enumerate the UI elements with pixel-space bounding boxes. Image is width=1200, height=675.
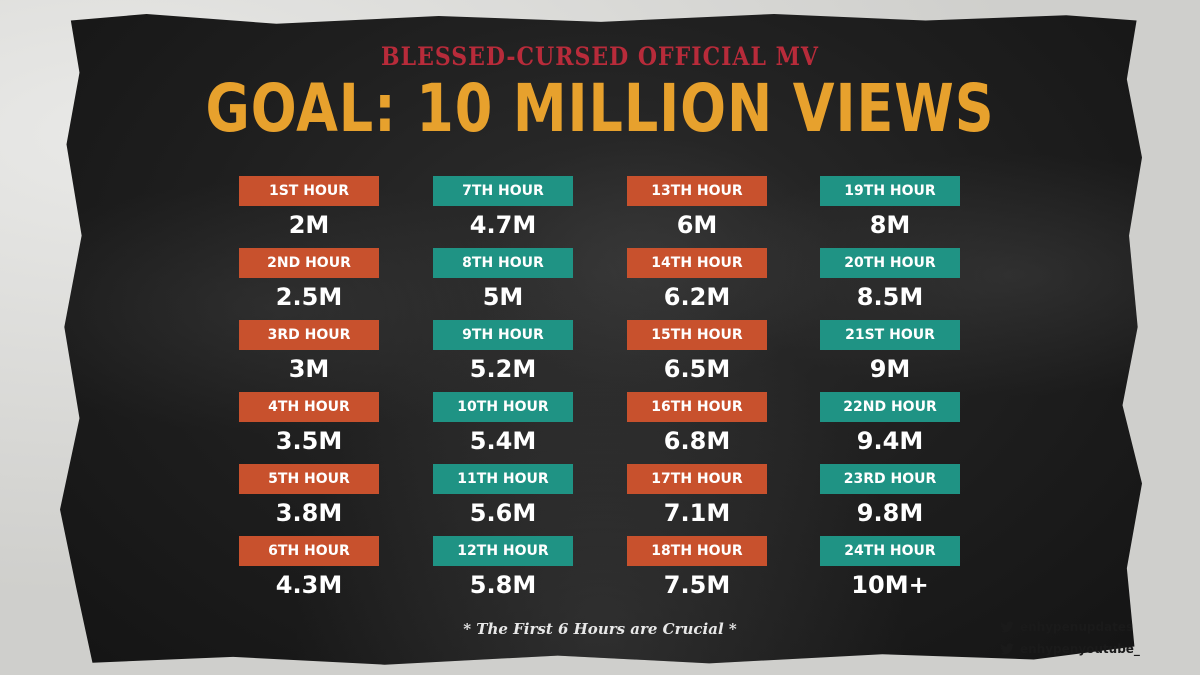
view-target: 5.4M (469, 427, 537, 455)
hour-badge: 16TH HOUR (627, 392, 767, 422)
view-target: 6.5M (663, 355, 731, 383)
hour-badge: 13TH HOUR (627, 176, 767, 206)
view-target: 7.1M (663, 499, 731, 527)
view-target: 6.2M (663, 283, 731, 311)
goal-cell: 15TH HOUR 6.5M (627, 320, 767, 392)
view-target: 5M (482, 283, 524, 311)
hour-badge: 12TH HOUR (433, 536, 573, 566)
hour-badge: 17TH HOUR (627, 464, 767, 494)
view-target: 6.8M (663, 427, 731, 455)
goal-cell: 4TH HOUR 3.5M (239, 392, 379, 464)
hour-badge: 10TH HOUR (433, 392, 573, 422)
goal-cell: 17TH HOUR 7.1M (627, 464, 767, 536)
goal-cell: 18TH HOUR 7.5M (627, 536, 767, 608)
hour-badge: 21ST HOUR (820, 320, 960, 350)
hourly-goals-grid: 1ST HOUR 2M 2ND HOUR 2.5M 3RD HOUR 3M 4T… (0, 176, 1200, 606)
goal-cell: 20TH HOUR 8.5M (820, 248, 960, 320)
goal-cell: 21ST HOUR 9M (820, 320, 960, 392)
goal-cell: 9TH HOUR 5.2M (433, 320, 573, 392)
view-target: 2.5M (275, 283, 343, 311)
twitter-handle: enhypenupdates (1020, 620, 1134, 634)
goal-cell: 24TH HOUR 10M+ (820, 536, 960, 608)
goal-cell: 22ND HOUR 9.4M (820, 392, 960, 464)
goal-cell: 2ND HOUR 2.5M (239, 248, 379, 320)
goal-cell: 10TH HOUR 5.4M (433, 392, 573, 464)
view-target: 3.8M (275, 499, 343, 527)
hour-badge: 24TH HOUR (820, 536, 960, 566)
hour-badge: 23RD HOUR (820, 464, 960, 494)
hour-badge: 5TH HOUR (239, 464, 379, 494)
hour-badge: 19TH HOUR (820, 176, 960, 206)
goal-cell: 3RD HOUR 3M (239, 320, 379, 392)
view-target: 2M (288, 211, 330, 239)
hour-badge: 22ND HOUR (820, 392, 960, 422)
view-target: 3.5M (275, 427, 343, 455)
page-title: GOAL: 10 MILLION VIEWS (205, 70, 995, 148)
hour-badge: 1ST HOUR (239, 176, 379, 206)
social-row[interactable]: enhypenupdates (1000, 616, 1170, 638)
goal-cell: 11TH HOUR 5.6M (433, 464, 573, 536)
twitter-bird-icon (1000, 643, 1014, 655)
social-handles: enhypenupdates enhypenyoutube_ (1000, 616, 1170, 660)
hour-badge: 14TH HOUR (627, 248, 767, 278)
view-target: 6M (676, 211, 718, 239)
subtitle: BLESSED-CURSED OFFICIAL MV (381, 42, 819, 72)
view-target: 9M (869, 355, 911, 383)
hour-badge: 2ND HOUR (239, 248, 379, 278)
goal-cell: 8TH HOUR 5M (433, 248, 573, 320)
twitter-handle: enhypenyoutube_ (1020, 642, 1140, 656)
view-target: 5.6M (469, 499, 537, 527)
view-target: 9.8M (856, 499, 924, 527)
hour-badge: 18TH HOUR (627, 536, 767, 566)
goal-cell: 5TH HOUR 3.8M (239, 464, 379, 536)
goal-cell: 23RD HOUR 9.8M (820, 464, 960, 536)
goal-cell: 19TH HOUR 8M (820, 176, 960, 248)
view-target: 4.7M (469, 211, 537, 239)
view-target: 10M+ (851, 571, 929, 599)
social-row[interactable]: enhypenyoutube_ (1000, 638, 1170, 660)
goal-cell: 1ST HOUR 2M (239, 176, 379, 248)
hour-badge: 4TH HOUR (239, 392, 379, 422)
hour-badge: 9TH HOUR (433, 320, 573, 350)
hour-badge: 20TH HOUR (820, 248, 960, 278)
hour-badge: 3RD HOUR (239, 320, 379, 350)
view-target: 5.2M (469, 355, 537, 383)
hour-badge: 6TH HOUR (239, 536, 379, 566)
twitter-bird-icon (1000, 621, 1014, 633)
hour-badge: 8TH HOUR (433, 248, 573, 278)
hour-badge: 7TH HOUR (433, 176, 573, 206)
view-target: 3M (288, 355, 330, 383)
view-target: 7.5M (663, 571, 731, 599)
goal-cell: 7TH HOUR 4.7M (433, 176, 573, 248)
view-target: 8M (869, 211, 911, 239)
goal-cell: 12TH HOUR 5.8M (433, 536, 573, 608)
view-target: 9.4M (856, 427, 924, 455)
goal-cell: 13TH HOUR 6M (627, 176, 767, 248)
view-target: 5.8M (469, 571, 537, 599)
view-target: 4.3M (275, 571, 343, 599)
hour-badge: 11TH HOUR (433, 464, 573, 494)
goal-cell: 6TH HOUR 4.3M (239, 536, 379, 608)
goal-cell: 14TH HOUR 6.2M (627, 248, 767, 320)
goal-cell: 16TH HOUR 6.8M (627, 392, 767, 464)
hour-badge: 15TH HOUR (627, 320, 767, 350)
view-target: 8.5M (856, 283, 924, 311)
